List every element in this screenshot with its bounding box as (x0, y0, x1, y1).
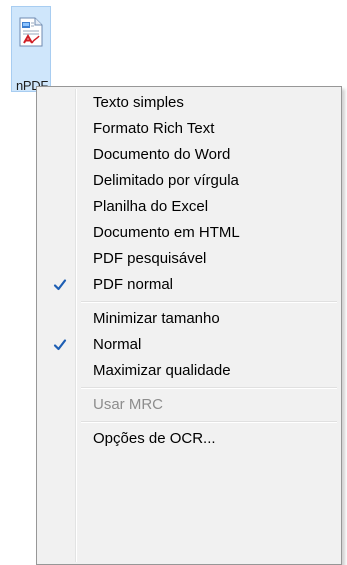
menu-item-label: Maximizar qualidade (93, 362, 231, 379)
menu-item-label: PDF normal (93, 276, 174, 293)
menu-item-delimitado-por-virgula[interactable]: Delimitado por vírgula (39, 168, 339, 194)
checkmark-icon (53, 339, 67, 351)
menu-item-minimizar-tamanho[interactable]: Minimizar tamanho (39, 306, 339, 332)
pdf-destination-icon-button[interactable]: nPDF (11, 6, 51, 93)
menu-item-maximizar-qualidade[interactable]: Maximizar qualidade (39, 358, 339, 384)
menu-separator (81, 387, 337, 389)
menu-item-label: Minimizar tamanho (93, 310, 220, 327)
menu-separator (81, 421, 337, 423)
menu-item-label: Delimitado por vírgula (93, 172, 239, 189)
menu-separator (81, 301, 337, 303)
menu-item-normal[interactable]: Normal (39, 332, 339, 358)
menu-item-documento-em-html[interactable]: Documento em HTML (39, 220, 339, 246)
menu-item-label: Planilha do Excel (93, 198, 209, 215)
menu-item-label: Documento em HTML (93, 224, 240, 241)
menu-item-label: Normal (93, 336, 142, 353)
menu-item-label: Documento do Word (93, 146, 231, 163)
menu-item-pdf-pesquisavel[interactable]: PDF pesquisável (39, 246, 339, 272)
menu-item-texto-simples[interactable]: Texto simples (39, 90, 339, 116)
menu-item-documento-do-word[interactable]: Documento do Word (39, 142, 339, 168)
menu-item-label: Usar MRC (93, 396, 163, 413)
menu-item-label: Texto simples (93, 94, 184, 111)
menu-item-label: PDF pesquisável (93, 250, 207, 267)
menu-item-label: Opções de OCR... (93, 430, 216, 447)
menu-item-label: Formato Rich Text (93, 120, 215, 137)
checkmark-icon (53, 279, 67, 291)
context-menu: Texto simples Formato Rich Text Documento … (36, 86, 342, 565)
menu-item-pdf-normal[interactable]: PDF normal (39, 272, 339, 298)
menu-item-usar-mrc: Usar MRC (39, 392, 339, 418)
screen: nPDF Texto simples Formato Rich Text Docum… (0, 0, 347, 565)
menu-item-formato-rich-text[interactable]: Formato Rich Text (39, 116, 339, 142)
menu-item-planilha-do-excel[interactable]: Planilha do Excel (39, 194, 339, 220)
menu-item-opcoes-de-ocr[interactable]: Opções de OCR... (39, 426, 339, 452)
document-pdf-icon (19, 17, 43, 47)
